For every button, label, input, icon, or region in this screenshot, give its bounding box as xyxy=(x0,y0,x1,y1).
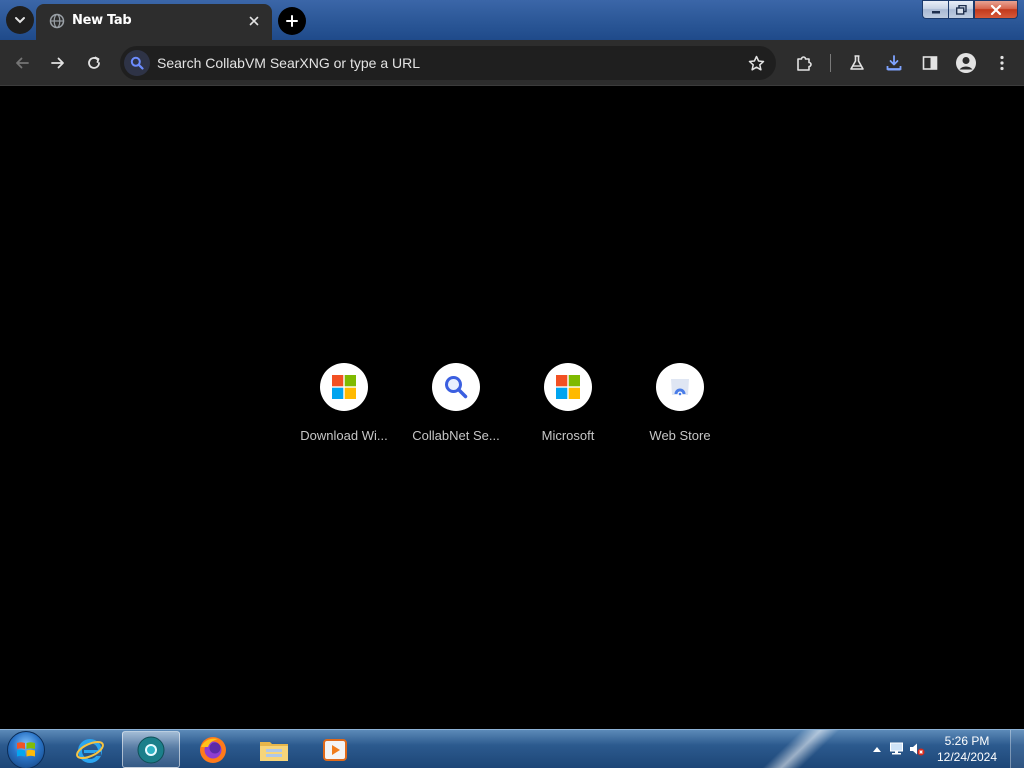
microsoft-logo-icon xyxy=(556,375,580,399)
download-icon xyxy=(886,55,902,71)
taskbar-chrome[interactable] xyxy=(122,731,180,768)
shortcut-icon-circle xyxy=(544,363,592,411)
search-engine-icon xyxy=(124,50,150,76)
shortcut-label: Download Wi... xyxy=(300,428,388,443)
volume-tray-icon[interactable] xyxy=(908,740,926,758)
browser-toolbar: Search CollabVM SearXNG or type a URL xyxy=(0,40,1024,86)
clock-date: 12/24/2024 xyxy=(936,750,998,764)
address-bar[interactable]: Search CollabVM SearXNG or type a URL xyxy=(120,46,776,80)
firefox-icon xyxy=(200,736,226,763)
shortcut-label: Web Store xyxy=(649,428,711,443)
reload-icon xyxy=(88,56,100,69)
system-clock[interactable]: 5:26 PM 12/24/2024 xyxy=(932,733,1002,765)
plus-icon xyxy=(286,15,298,27)
back-button[interactable] xyxy=(10,51,34,75)
toolbar-divider xyxy=(830,54,831,72)
media-player-icon xyxy=(323,738,347,761)
volume-muted-icon xyxy=(910,743,925,756)
windows-logo-icon xyxy=(17,742,35,757)
shortcut-icon-circle xyxy=(320,363,368,411)
forward-button[interactable] xyxy=(46,51,70,75)
shortcut-icon-circle xyxy=(656,363,704,411)
show-hidden-icons-button[interactable] xyxy=(868,740,886,758)
shortcuts-grid: Download Wi... CollabNet Se... Microsoft… xyxy=(288,363,736,443)
network-icon xyxy=(890,742,903,755)
shortcut-label: Microsoft xyxy=(541,428,595,443)
taskbar-file-explorer[interactable] xyxy=(245,731,303,768)
side-panel-button[interactable] xyxy=(918,51,942,75)
labs-flask-icon xyxy=(850,55,864,70)
file-explorer-icon xyxy=(260,741,288,761)
extensions-button[interactable] xyxy=(792,51,816,75)
taskbar-media-player[interactable] xyxy=(306,731,364,768)
tab-title: New Tab xyxy=(72,13,132,28)
start-button[interactable] xyxy=(7,731,45,768)
new-tab-button[interactable] xyxy=(278,7,306,35)
show-desktop-button[interactable] xyxy=(1010,730,1024,768)
tab-new-tab[interactable]: New Tab xyxy=(36,4,272,40)
extensions-icon xyxy=(797,56,812,71)
caret-up-icon xyxy=(873,747,881,752)
back-arrow-icon xyxy=(16,57,29,69)
close-window-button[interactable] xyxy=(974,0,1018,19)
close-icon xyxy=(249,16,259,26)
minimize-icon xyxy=(931,10,940,13)
bookmark-button[interactable] xyxy=(746,53,766,73)
globe-icon xyxy=(49,13,65,29)
menu-button[interactable] xyxy=(990,51,1014,75)
clock-time: 5:26 PM xyxy=(944,734,990,748)
shortcut-label: CollabNet Se... xyxy=(412,428,500,443)
tab-search-button[interactable] xyxy=(6,6,34,34)
maximize-button[interactable] xyxy=(948,0,974,19)
minimize-button[interactable] xyxy=(922,0,948,19)
forward-arrow-icon xyxy=(51,57,64,69)
shortcut-tile[interactable]: Microsoft xyxy=(512,363,624,443)
close-icon xyxy=(990,4,1002,15)
search-magnifier-icon xyxy=(445,376,468,399)
search-icon xyxy=(130,56,144,70)
chevron-down-icon xyxy=(15,17,25,24)
microsoft-logo-icon xyxy=(332,375,356,399)
new-tab-page: Download Wi... CollabNet Se... Microsoft… xyxy=(0,87,1024,729)
labs-button[interactable] xyxy=(845,51,869,75)
menu-kebab-icon xyxy=(1000,55,1004,71)
side-panel-icon xyxy=(922,56,938,70)
shortcut-icon-circle xyxy=(432,363,480,411)
downloads-button[interactable] xyxy=(882,51,906,75)
profile-icon xyxy=(956,53,976,73)
bookmark-star-icon xyxy=(748,55,764,71)
internet-explorer-icon xyxy=(76,738,104,763)
address-bar-placeholder: Search CollabVM SearXNG or type a URL xyxy=(157,55,420,71)
system-tray: 5:26 PM 12/24/2024 xyxy=(864,730,1024,768)
tab-close-button[interactable] xyxy=(244,11,264,31)
shortcut-tile[interactable]: CollabNet Se... xyxy=(400,363,512,443)
shortcut-tile[interactable]: Web Store xyxy=(624,363,736,443)
tab-strip: New Tab xyxy=(0,0,1024,40)
windows-taskbar: 5:26 PM 12/24/2024 xyxy=(0,729,1024,768)
web-store-icon xyxy=(671,379,689,397)
reload-button[interactable] xyxy=(82,51,106,75)
profile-button[interactable] xyxy=(954,51,978,75)
chrome-icon xyxy=(137,736,165,763)
taskbar-glare xyxy=(756,730,844,768)
taskbar-firefox[interactable] xyxy=(184,731,242,768)
shortcut-tile[interactable]: Download Wi... xyxy=(288,363,400,443)
network-tray-icon[interactable] xyxy=(888,740,906,758)
window-controls xyxy=(922,0,1018,19)
maximize-icon xyxy=(955,4,967,15)
taskbar-internet-explorer[interactable] xyxy=(61,731,119,768)
